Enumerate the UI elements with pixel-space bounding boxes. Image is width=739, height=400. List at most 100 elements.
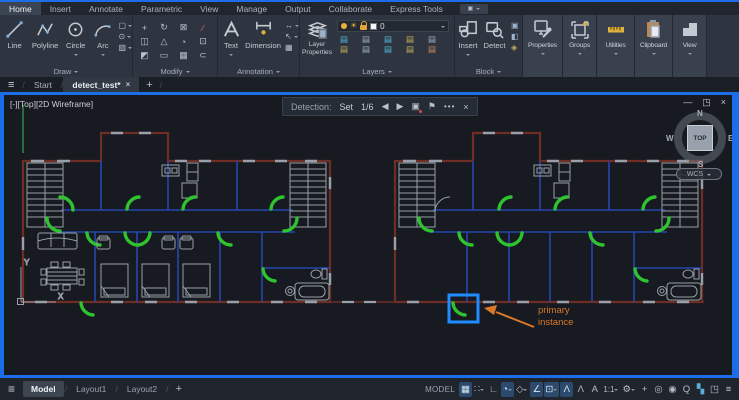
grid-display-icon[interactable]: ▦ xyxy=(459,381,473,397)
file-tab-start[interactable]: Start xyxy=(25,77,61,92)
tab-annotate[interactable]: Annotate xyxy=(80,2,132,15)
polar-tracking-icon[interactable]: ◔ xyxy=(501,381,515,397)
viewcube-top-face[interactable]: TOP xyxy=(687,125,713,151)
tab-output[interactable]: Output xyxy=(276,2,320,15)
drawing-viewport[interactable]: [-][Top][2D Wireframe] — ◳ × Detection: … xyxy=(4,95,732,375)
next-instance-icon[interactable]: ▶ xyxy=(396,101,403,112)
rectangle-tool-icon[interactable]: ▢ xyxy=(115,21,133,30)
settings-gear-icon[interactable]: ⚙ xyxy=(621,382,637,397)
new-drawing-button[interactable]: + xyxy=(139,79,159,91)
layer-state-icon[interactable]: ▤ xyxy=(340,35,358,44)
arc-button[interactable]: Arc xyxy=(90,17,115,58)
customize-icon[interactable]: ≡ xyxy=(722,382,735,397)
annotation-autoscale-icon[interactable]: Λ xyxy=(574,382,587,397)
tab-home[interactable]: Home xyxy=(0,2,41,15)
panel-label-annotation[interactable]: Annotation xyxy=(218,67,299,76)
annotation-scale-icon[interactable]: A xyxy=(588,382,601,397)
object-snap-tracking-icon[interactable]: ∠ xyxy=(530,381,544,397)
panel-groups[interactable]: Groups xyxy=(563,15,597,77)
annotation-visibility-icon[interactable]: Λ xyxy=(560,381,574,397)
layer-state-icon[interactable]: ▤ xyxy=(428,45,446,54)
panel-properties[interactable]: Properties xyxy=(523,15,563,77)
block-sync-icon[interactable]: ◈ xyxy=(508,43,519,52)
fillet-icon[interactable]: ◔ xyxy=(176,35,191,48)
ortho-mode-icon[interactable]: ∟ xyxy=(487,382,500,397)
stretch-icon[interactable]: ◩ xyxy=(137,49,152,62)
cad-drawing[interactable]: Y X primary instance xyxy=(4,95,732,375)
move-icon[interactable]: + xyxy=(137,21,152,34)
tab-insert[interactable]: Insert xyxy=(41,2,80,15)
panel-view[interactable]: View xyxy=(673,15,707,77)
floor-plan-right[interactable] xyxy=(393,131,704,317)
isodraft-icon[interactable]: ◇ xyxy=(515,382,529,397)
layer-state-icon[interactable]: ▤ xyxy=(362,45,380,54)
layout2-tab[interactable]: Layout2 xyxy=(119,381,165,397)
circle-button[interactable]: Circle xyxy=(61,17,90,58)
panel-utilities[interactable]: Utilities xyxy=(597,15,635,77)
layer-state-icon[interactable]: ▤ xyxy=(406,45,424,54)
select-similar-icon[interactable]: ▣ xyxy=(411,101,422,113)
viewcube-north[interactable]: N xyxy=(697,109,703,118)
text-button[interactable]: Text xyxy=(218,17,244,58)
ribbon-options-button[interactable]: ▣ xyxy=(459,3,488,14)
floating-window-icon[interactable]: ◳ xyxy=(708,382,721,397)
polyline-button[interactable]: Polyline xyxy=(29,17,61,58)
floor-plan-left-furniture[interactable] xyxy=(37,232,211,298)
panel-label-layers[interactable]: Layers xyxy=(300,67,454,76)
copy-icon[interactable]: ◫ xyxy=(137,35,152,48)
mirror-icon[interactable]: △ xyxy=(157,35,172,48)
viewport-scale[interactable]: 1:1 xyxy=(602,382,620,397)
tab-view[interactable]: View xyxy=(191,2,227,15)
hatch-tool-icon[interactable]: ▨ xyxy=(115,43,133,52)
insert-button[interactable]: Insert xyxy=(455,17,481,58)
layer-state-icon[interactable]: ▤ xyxy=(340,45,358,54)
wcs-dropdown[interactable]: WCS xyxy=(676,168,722,180)
isolate-objects-icon[interactable]: ◎ xyxy=(652,382,665,397)
layout-menu-icon[interactable]: ≡ xyxy=(8,382,15,396)
close-icon[interactable]: × xyxy=(721,97,726,108)
model-tab[interactable]: Model xyxy=(23,381,64,397)
minimize-icon[interactable]: — xyxy=(683,97,692,108)
layer-state-icon[interactable]: ▤ xyxy=(362,35,380,44)
viewport-controls-label[interactable]: [-][Top][2D Wireframe] xyxy=(10,99,93,109)
block-attributes-icon[interactable]: ◧ xyxy=(508,32,519,41)
layer-state-icon[interactable]: ▤ xyxy=(406,35,424,44)
offset-icon[interactable]: ⊂ xyxy=(196,49,211,62)
previous-instance-icon[interactable]: ◀ xyxy=(382,101,389,112)
tab-express-tools[interactable]: Express Tools xyxy=(381,2,452,15)
erase-icon[interactable]: ∕ xyxy=(196,21,211,34)
trim-icon[interactable]: ⊠ xyxy=(176,21,191,34)
ellipse-tool-icon[interactable]: ⊙ xyxy=(115,32,132,41)
close-icon[interactable]: × xyxy=(126,80,131,89)
restore-icon[interactable]: ◳ xyxy=(702,97,711,108)
model-space-label[interactable]: MODEL xyxy=(425,385,455,394)
zoom-search-icon[interactable]: Q xyxy=(680,382,693,397)
object-snap-icon[interactable]: ⊡ xyxy=(544,381,560,397)
panel-clipboard[interactable]: Clipboard xyxy=(635,15,673,77)
snap-mode-icon[interactable]: ∷ xyxy=(473,382,486,397)
dimension-button[interactable]: Dimension xyxy=(244,17,282,58)
layer-properties-button[interactable]: Layer Properties xyxy=(300,17,334,56)
line-button[interactable]: Line xyxy=(0,17,29,58)
panel-label-draw[interactable]: Draw xyxy=(0,67,132,76)
viewcube[interactable]: N W E S TOP xyxy=(666,109,732,169)
flag-icon[interactable]: ⚑ xyxy=(428,101,436,112)
tab-manage[interactable]: Manage xyxy=(227,2,276,15)
file-tabs-menu-icon[interactable]: ≡ xyxy=(8,79,14,91)
close-icon[interactable]: × xyxy=(463,102,468,112)
file-tab-document[interactable]: detect_test* × xyxy=(63,77,140,92)
panel-label-modify[interactable]: Modify xyxy=(133,67,217,76)
graphics-performance-icon[interactable]: ◉ xyxy=(666,382,679,397)
more-options-icon[interactable]: ••• xyxy=(444,102,455,111)
table-icon[interactable]: ▦ xyxy=(282,43,299,52)
layer-state-icon[interactable]: ▤ xyxy=(384,45,402,54)
layer-state-icon[interactable]: ▤ xyxy=(384,35,402,44)
layout1-tab[interactable]: Layout1 xyxy=(68,381,114,397)
dim-linear-icon[interactable]: ↔ xyxy=(282,21,299,30)
new-layout-button[interactable]: + xyxy=(176,383,182,395)
viewcube-west[interactable]: W xyxy=(666,134,674,143)
tab-parametric[interactable]: Parametric xyxy=(132,2,191,15)
rotate-icon[interactable]: ↻ xyxy=(157,21,172,34)
tab-collaborate[interactable]: Collaborate xyxy=(320,2,381,15)
block-create-icon[interactable]: ▣ xyxy=(508,21,519,30)
